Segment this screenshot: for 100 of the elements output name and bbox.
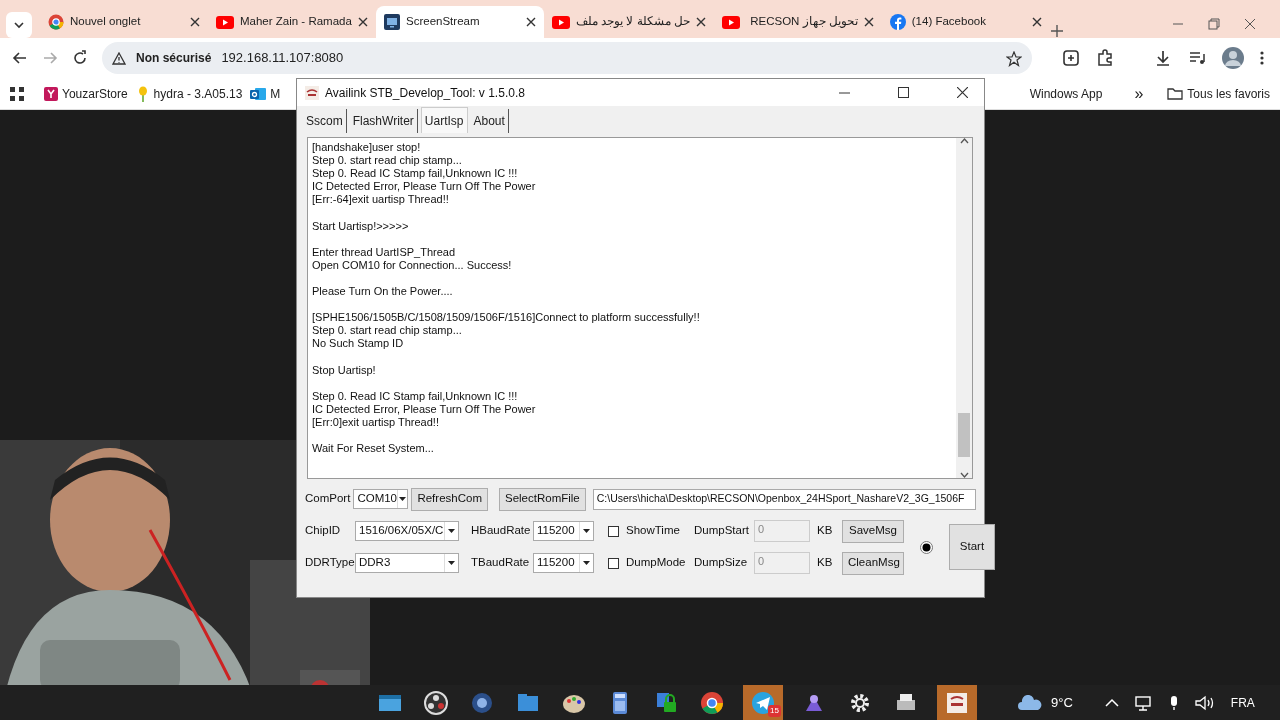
dropdown-arrow-icon [448,529,455,533]
start-button[interactable]: Start [949,524,995,570]
bookmark[interactable]: YouzarStore [44,84,128,103]
bookmark[interactable]: M [250,84,281,103]
dropdown-arrow-icon [399,497,407,501]
close-icon[interactable] [695,17,706,27]
browser-tab[interactable]: تحويل جهاز RECSON [713,6,882,38]
log-line: [SPHE1506/1505B/C/1508/1509/1506F/1516]Connect to platform successfully!! [312,311,701,325]
close-icon[interactable] [1244,18,1256,30]
com-port-select[interactable]: COM10 [353,489,409,509]
log-line: Enter thread UartISP_Thread [312,245,457,259]
save-button[interactable]: SaveMsg [842,519,904,543]
screen-stream-icon [384,14,400,30]
refresh-button[interactable]: RefreshCom [411,487,488,511]
tab[interactable]: Sscom [303,109,347,133]
video-play-icon [721,15,740,29]
checkbox[interactable] [608,557,619,569]
profile-avatar[interactable] [1222,47,1244,69]
log-line: Wait For Reset System... [312,442,435,456]
baud-rate-select[interactable]: 115200 [533,553,594,573]
microphone-icon[interactable] [1168,694,1179,711]
restore-icon[interactable] [1208,18,1220,30]
apps-icon[interactable] [10,86,24,101]
new-tab-icon[interactable] [1049,24,1064,38]
language-indicator[interactable]: FRA [1230,693,1255,712]
log-line: Step 0. start read chip stamp... [312,324,463,338]
menu-icon[interactable] [1260,50,1264,66]
chevron-up-icon[interactable] [1104,697,1119,708]
close-icon[interactable] [526,17,536,27]
select-file-button[interactable]: SelectRomFile [499,487,586,511]
log-line: Step 0. Read IC Stamp fail,Unknown IC !!! [312,167,519,181]
tab[interactable]: About [470,109,509,133]
address-bar[interactable]: Non sécurisé 192.168.11.107:8080 [102,42,1032,74]
browser-tab[interactable]: حل مشكلة لا يوجد ملف [544,6,714,38]
more-bookmarks[interactable]: » [1134,81,1144,106]
close-icon[interactable] [190,17,200,27]
field-label: HBaudRate [471,523,530,539]
ddr-type-select[interactable]: DDR3 [355,553,459,573]
bookmark[interactable]: Windows App [1029,84,1103,103]
browser-tab[interactable]: Maher Zain - Ramada [208,6,376,38]
log-line: Please Turn On the Power.... [312,285,454,299]
maximize-icon[interactable] [898,87,909,98]
window-title: Availink STB_Develop_Tool: v 1.5.0.8 [325,84,525,102]
log-line: Start Uartisp!>>>>> [312,219,410,233]
field-label: DDRType [305,555,352,571]
tab[interactable]: FlashWriter [349,109,418,133]
bookmark[interactable]: hydra - 3.A05.13 [135,84,243,103]
log-line: Stop Uartisp! [312,363,377,377]
scroll-thumb[interactable] [958,413,970,457]
dropdown-arrow-icon [448,561,455,565]
reload-icon[interactable] [72,50,88,66]
url-text[interactable]: 192.168.11.107:8080 [221,48,344,68]
log-line: [Err:-64]exit uartisp Thread!! [312,193,450,207]
cast-icon[interactable] [1062,49,1080,67]
weather-widget[interactable]: 9°C [1017,692,1073,713]
chrome-icon [48,14,64,30]
warning-icon [112,51,126,65]
chip-id-select[interactable]: 1516/06X/05X/C [355,521,459,541]
star-icon[interactable] [1006,50,1022,67]
log-line: IC Detected Error, Please Turn Off The Power [312,402,537,416]
back-icon[interactable] [12,50,28,66]
field-label: DumpSize [694,555,749,571]
scroll-down-icon [959,472,969,478]
extensions-icon[interactable] [1096,49,1114,67]
dropdown-arrow-icon [583,561,590,565]
network-icon[interactable] [1134,694,1153,711]
all-bookmarks[interactable]: Tous les favoris [1167,84,1270,103]
checkbox[interactable] [608,525,619,537]
close-icon[interactable] [957,87,968,98]
browser-tab[interactable]: ScreenStream [376,6,544,38]
scrollbar[interactable] [956,138,972,478]
tab-list-icon[interactable] [6,12,32,38]
volume-icon[interactable] [1194,694,1215,711]
log-line: Step 0. start read chip stamp... [312,154,463,168]
browser-tab[interactable]: Nouvel onglet [40,6,208,38]
unit-label: KB [817,523,834,539]
field-label: ComPort [305,491,351,507]
log-line: No Such Stamp ID [312,337,405,351]
tab[interactable]: UartIsp [420,107,468,133]
close-icon[interactable] [863,17,874,27]
close-icon[interactable] [1031,17,1042,27]
browser-tab[interactable]: (14) Facebook [881,6,1050,38]
cloud-icon [1017,694,1043,711]
close-icon[interactable] [358,17,368,27]
radio-button[interactable] [920,540,933,554]
video-play-icon [216,15,234,29]
download-icon[interactable] [1154,49,1172,67]
dropdown-arrow-icon [583,529,590,533]
folder-icon [1167,87,1184,100]
checkbox-label: DumpMode [626,555,686,571]
unit-label: KB [817,555,834,571]
clean-button[interactable]: CleanMsg [842,551,904,575]
security-label[interactable]: Non sécurisé [136,49,212,67]
app-logo-icon [305,85,319,100]
log-line: Open COM10 for Connection... Success! [312,258,513,272]
file-path-field[interactable]: C:\Users\hicha\Desktop\RECSON\Openbox_24HSport_NashareV2_3G_1506F [592,488,976,510]
media-icon[interactable] [1188,49,1206,67]
field-label: ChipID [305,523,342,539]
baud-rate-select[interactable]: 115200 [533,521,594,541]
log-line: [handshake]user stop! [312,141,422,155]
